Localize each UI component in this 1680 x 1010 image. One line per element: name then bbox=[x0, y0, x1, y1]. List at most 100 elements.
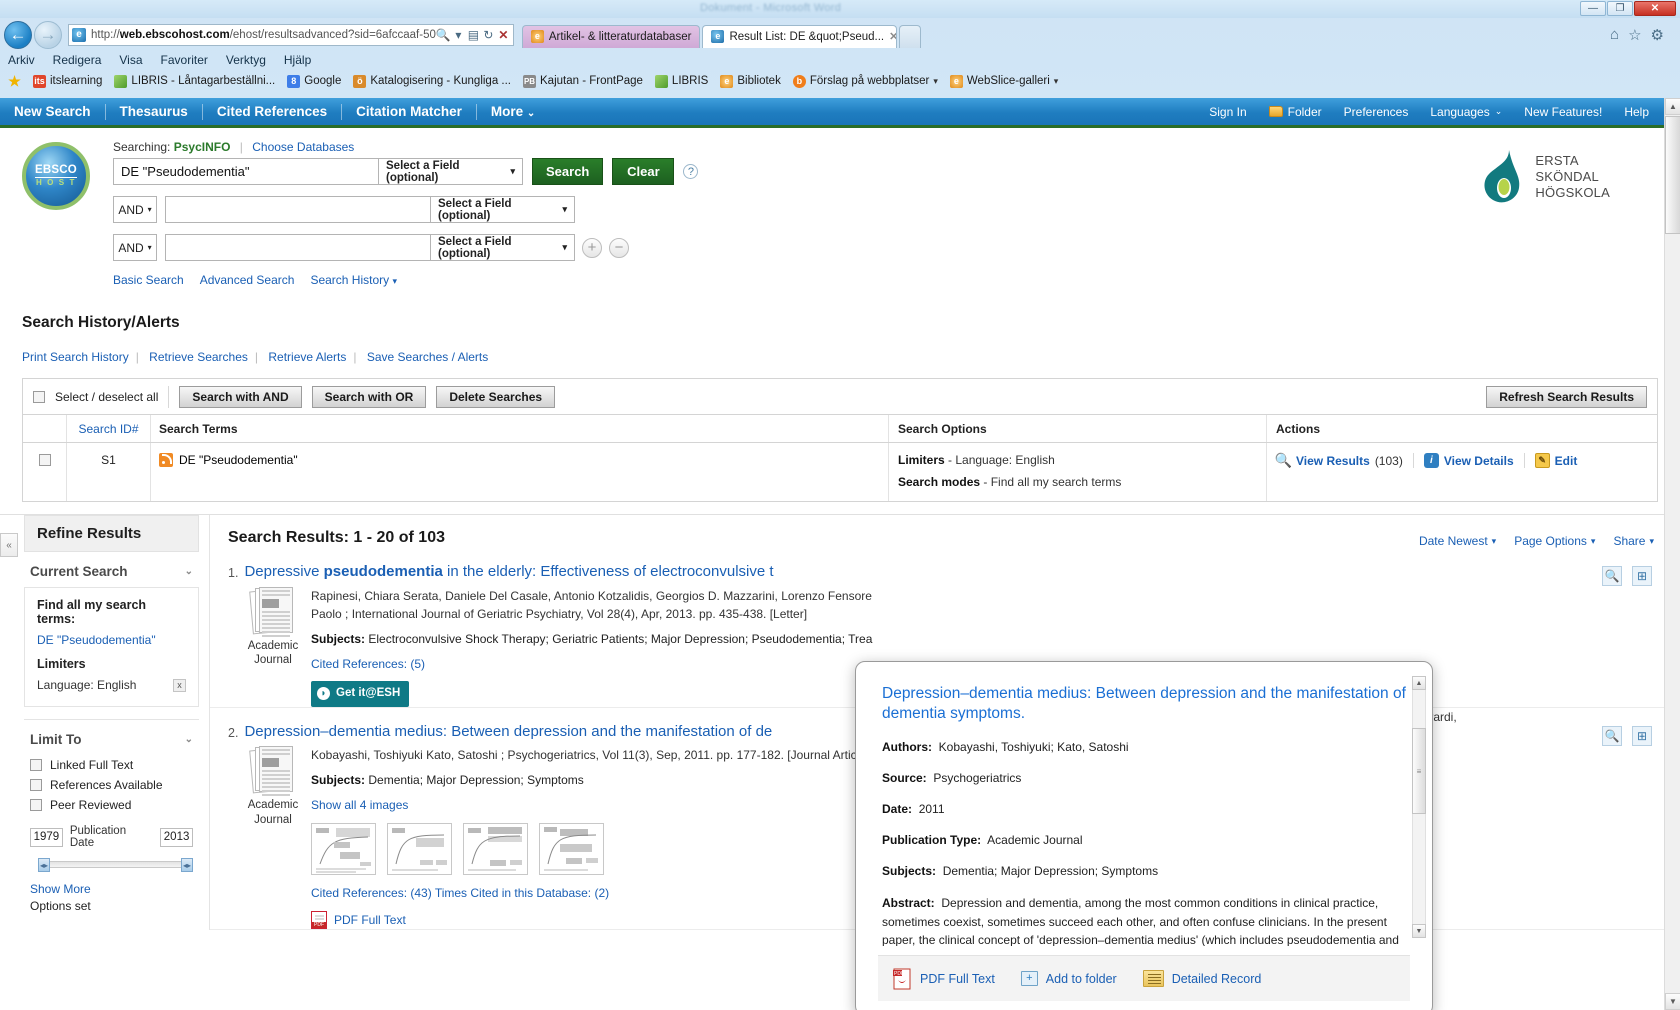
publication-date-slider[interactable]: ◂▸ ◂▸ bbox=[38, 858, 193, 872]
favorite-google[interactable]: 8 Google bbox=[287, 74, 341, 88]
collapse-sidebar-button[interactable]: « bbox=[0, 533, 18, 557]
thumbnail-2[interactable] bbox=[387, 822, 452, 875]
checkbox[interactable] bbox=[30, 779, 42, 791]
header-search-id[interactable]: Search ID# bbox=[67, 415, 151, 442]
refresh-icon[interactable]: ↻ bbox=[481, 28, 496, 42]
view-results-action[interactable]: 🔍 View Results (103) bbox=[1275, 452, 1403, 468]
current-search-header[interactable]: Current Search ⌄ bbox=[24, 552, 199, 587]
thumbnail-4[interactable] bbox=[539, 822, 604, 875]
search-input-1[interactable]: DE "Pseudodementia" bbox=[113, 158, 379, 185]
tab-result-list[interactable]: e Result List: DE &quot;Pseud... ✕ bbox=[702, 24, 898, 48]
result-title-link[interactable]: Depression–dementia medius: Between depr… bbox=[244, 722, 772, 742]
add-favorite-star-icon[interactable]: ★ bbox=[8, 74, 21, 88]
limit-references-available[interactable]: References Available bbox=[24, 775, 199, 795]
favorites-star-icon[interactable]: ☆ bbox=[1628, 26, 1641, 44]
favorite-katalogisering[interactable]: ö Katalogisering - Kungliga ... bbox=[353, 74, 511, 88]
scroll-down-arrow[interactable]: ▼ bbox=[1412, 924, 1426, 938]
close-tab-icon[interactable]: ✕ bbox=[889, 30, 896, 43]
scroll-up-arrow[interactable]: ▲ bbox=[1665, 98, 1680, 115]
favorite-libris[interactable]: LIBRIS bbox=[654, 74, 708, 88]
date-from-input[interactable]: 1979 bbox=[30, 827, 63, 847]
delete-searches-button[interactable]: Delete Searches bbox=[436, 385, 556, 408]
cited-references-link[interactable]: Cited References: (5) bbox=[311, 657, 425, 671]
home-icon[interactable]: ⌂ bbox=[1610, 26, 1619, 44]
address-bar[interactable]: e http://web.ebscohost.com/ehost/results… bbox=[68, 23, 514, 46]
page-options[interactable]: Page Options ▾ bbox=[1514, 534, 1595, 548]
tools-gear-icon[interactable]: ⚙ bbox=[1651, 26, 1664, 44]
scroll-thumb[interactable]: ≡ bbox=[1412, 728, 1426, 814]
help-icon[interactable]: ? bbox=[683, 164, 699, 179]
search-button[interactable]: Search bbox=[532, 158, 604, 185]
add-to-folder-icon[interactable]: ⊞ bbox=[1632, 725, 1652, 746]
nav-languages[interactable]: Languages ⌄ bbox=[1419, 105, 1513, 119]
nav-help[interactable]: Help bbox=[1613, 105, 1660, 119]
popup-add-to-folder[interactable]: + Add to folder bbox=[1020, 971, 1117, 986]
search-input-3[interactable] bbox=[165, 234, 431, 261]
clear-button[interactable]: Clear bbox=[612, 158, 675, 185]
row-checkbox[interactable] bbox=[38, 454, 51, 466]
print-search-history-link[interactable]: Print Search History bbox=[22, 350, 129, 364]
pdf-full-text-link[interactable]: PDF Full Text bbox=[334, 911, 406, 930]
popup-scrollbar[interactable]: ▲ ≡ ▼ bbox=[1412, 676, 1426, 938]
favorite-itslearning[interactable]: its itslearning bbox=[33, 74, 102, 88]
get-it-esh-button[interactable]: ◗ Get it@ESH bbox=[311, 680, 410, 707]
stop-icon[interactable]: ✕ bbox=[496, 28, 511, 42]
result-title-link[interactable]: Depressive pseudodementia in the elderly… bbox=[244, 562, 773, 582]
date-to-input[interactable]: 2013 bbox=[160, 827, 193, 847]
tab-artikel-litteraturdatabaser[interactable]: e Artikel- & litteraturdatabaser bbox=[521, 24, 701, 48]
select-all-checkbox[interactable] bbox=[33, 390, 45, 403]
chevron-down-icon[interactable]: ▾ bbox=[933, 76, 938, 87]
menu-favoriter[interactable]: Favoriter bbox=[161, 53, 208, 67]
favorite-kajutan-frontpage[interactable]: PB Kajutan - FrontPage bbox=[523, 74, 643, 88]
field-select-2[interactable]: Select a Field (optional) ▾ bbox=[430, 196, 575, 223]
nav-more[interactable]: More ⌄ bbox=[477, 104, 549, 119]
add-to-folder-icon[interactable]: ⊞ bbox=[1632, 566, 1652, 586]
scroll-up-arrow[interactable]: ▲ bbox=[1412, 676, 1426, 690]
advanced-search-link[interactable]: Advanced Search bbox=[200, 273, 295, 287]
popup-record-title[interactable]: Depression–dementia medius: Between depr… bbox=[882, 684, 1406, 725]
preview-magnifier-icon[interactable]: 🔍 bbox=[1602, 725, 1622, 746]
nav-citation-matcher[interactable]: Citation Matcher bbox=[342, 104, 476, 119]
nav-preferences[interactable]: Preferences bbox=[1333, 105, 1420, 119]
forward-button[interactable]: → bbox=[34, 20, 62, 49]
search-with-or-button[interactable]: Search with OR bbox=[311, 385, 427, 408]
show-all-images-link[interactable]: Show all 4 images bbox=[311, 798, 408, 812]
maximize-button[interactable]: ❐ bbox=[1607, 1, 1633, 16]
popup-pdf-full-text[interactable]: PDF PDF Full Text bbox=[892, 968, 995, 990]
thumbnail-3[interactable] bbox=[463, 822, 528, 875]
field-select-1[interactable]: Select a Field (optional) ▾ bbox=[378, 158, 523, 185]
menu-verktyg[interactable]: Verktyg bbox=[226, 53, 266, 67]
boolean-select-3[interactable]: AND ▾ bbox=[113, 234, 157, 261]
nav-thesaurus[interactable]: Thesaurus bbox=[106, 104, 202, 119]
checkbox[interactable] bbox=[30, 759, 42, 771]
favorite-libris-lantagarbestallning[interactable]: LIBRIS - Låntagarbeställni... bbox=[114, 74, 275, 88]
search-history-link[interactable]: Search History ▾ bbox=[310, 273, 397, 287]
limit-peer-reviewed[interactable]: Peer Reviewed bbox=[24, 795, 199, 815]
sort-date-newest[interactable]: Date Newest ▾ bbox=[1419, 534, 1496, 548]
minimize-button[interactable]: — bbox=[1580, 1, 1606, 16]
chevron-down-icon[interactable]: ▾ bbox=[1054, 76, 1059, 87]
menu-arkiv[interactable]: Arkiv bbox=[8, 53, 35, 67]
favorite-bibliotek[interactable]: e Bibliotek bbox=[720, 74, 781, 88]
save-searches-alerts-link[interactable]: Save Searches / Alerts bbox=[367, 350, 488, 364]
retrieve-searches-link[interactable]: Retrieve Searches bbox=[149, 350, 248, 364]
menu-redigera[interactable]: Redigera bbox=[53, 53, 102, 67]
compatibility-view-icon[interactable]: ▤ bbox=[466, 28, 481, 42]
nav-new-search[interactable]: New Search bbox=[0, 104, 105, 119]
rss-icon[interactable] bbox=[159, 453, 173, 467]
search-icon[interactable]: 🔍 bbox=[436, 28, 451, 42]
show-more-link[interactable]: Show More bbox=[30, 882, 91, 896]
nav-folder[interactable]: Folder bbox=[1258, 105, 1333, 119]
menu-hjalp[interactable]: Hjälp bbox=[284, 53, 311, 67]
back-button[interactable]: ← bbox=[4, 20, 32, 49]
view-details-action[interactable]: i View Details bbox=[1423, 453, 1514, 468]
slider-handle-right[interactable]: ◂▸ bbox=[181, 858, 193, 872]
scroll-thumb[interactable] bbox=[1665, 116, 1680, 234]
close-button[interactable]: ✕ bbox=[1634, 1, 1676, 16]
edit-action[interactable]: ✎ Edit bbox=[1534, 453, 1577, 468]
cited-references-link[interactable]: Cited References: (43) Times Cited in th… bbox=[311, 886, 609, 900]
preview-magnifier-icon[interactable]: 🔍 bbox=[1602, 566, 1622, 586]
search-input-2[interactable] bbox=[165, 196, 431, 223]
share-menu[interactable]: Share ▾ bbox=[1613, 534, 1654, 548]
find-all-value[interactable]: DE "Pseudodementia" bbox=[37, 633, 186, 647]
